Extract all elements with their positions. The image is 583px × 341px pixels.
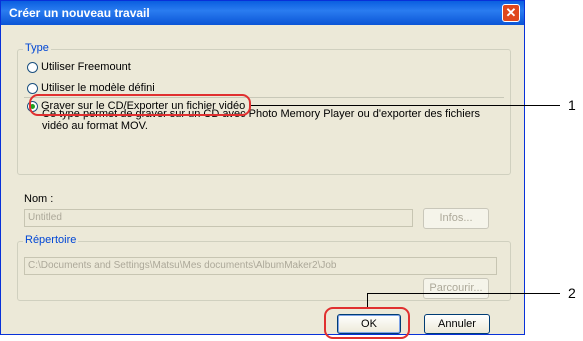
close-icon: ✕ [505,5,517,20]
radio-label: Utiliser le modèle défini [41,82,155,94]
callout-highlight-2 [324,307,410,339]
callout-leader-2-vertical [367,293,368,307]
dialog-title: Créer un nouveau travail [9,6,150,20]
radio-label: Utiliser Freemount [41,61,131,73]
create-job-dialog: Créer un nouveau travail ✕ Type Utiliser… [0,0,525,335]
type-group-legend: Type [23,42,51,54]
title-bar[interactable]: Créer un nouveau travail ✕ [1,1,524,25]
name-input[interactable]: Untitled [24,209,413,227]
radio-button[interactable] [27,62,38,73]
name-label: Nom : [24,193,54,205]
callout-highlight-1 [29,94,251,116]
callout-leader-1 [251,105,560,106]
info-button[interactable]: Infos... [423,208,489,229]
callout-leader-2 [367,293,560,294]
cancel-button[interactable]: Annuler [424,314,490,334]
radio-button[interactable] [27,83,38,94]
callout-number-2: 2 [568,285,576,301]
close-button[interactable]: ✕ [502,4,520,22]
directory-group-legend: Répertoire [23,234,79,246]
directory-input[interactable]: C:\Documents and Settings\Matsu\Mes docu… [24,257,497,275]
browse-button[interactable]: Parcourir... [423,278,489,299]
callout-number-1: 1 [568,97,576,113]
